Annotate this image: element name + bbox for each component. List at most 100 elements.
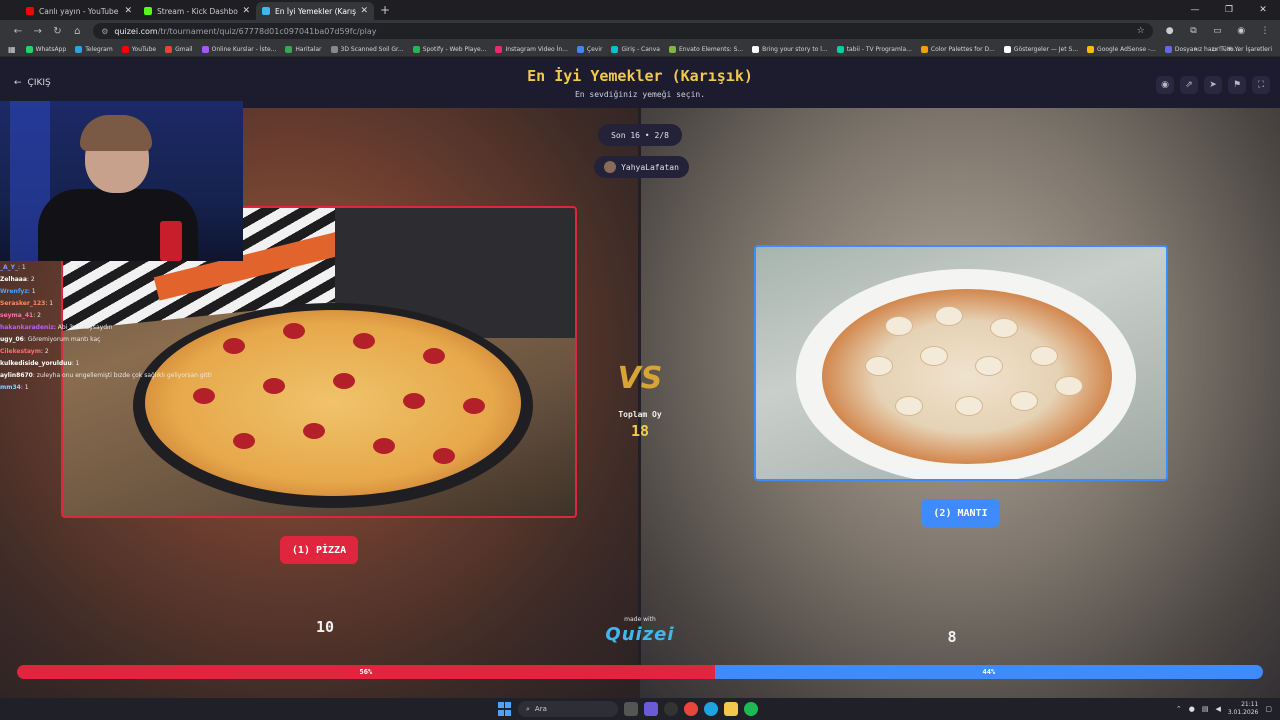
edge-icon[interactable] [704, 702, 718, 716]
profile-icon[interactable]: ◉ [1234, 26, 1248, 36]
forward-icon[interactable]: → [28, 26, 48, 37]
back-icon[interactable]: ← [8, 26, 28, 37]
folder-icon: ▭ [1211, 46, 1218, 53]
task-view-icon[interactable] [624, 702, 638, 716]
spotify-icon[interactable] [744, 702, 758, 716]
microphone-icon[interactable]: ● [1189, 705, 1195, 713]
avatar [604, 161, 617, 173]
chat-message: Cilekestaym: 2 [0, 348, 49, 355]
manti-image-card[interactable] [754, 245, 1168, 481]
apps-grid-icon[interactable]: ▦ [8, 45, 16, 54]
reload-icon[interactable]: ↻ [48, 26, 68, 37]
bookmark-item[interactable]: Bring your story to l... [752, 45, 828, 53]
window-controls: — ❐ ✕ [1178, 0, 1280, 20]
taskbar-search[interactable]: ⌕ Ara [518, 701, 618, 717]
pepperoni [283, 323, 305, 339]
chat-message: kulkediside_yorulduu: 1 [0, 360, 80, 367]
bookmark-item[interactable]: Spotify - Web Playe... [412, 45, 486, 53]
tabii-icon [836, 45, 844, 53]
quizei-logo[interactable]: Quizei [600, 624, 680, 645]
bookmark-item[interactable]: Google AdSense -... [1087, 45, 1156, 53]
vs-badge: VS [617, 361, 663, 396]
send-icon[interactable]: ➤ [1204, 76, 1222, 94]
all-bookmarks-button[interactable]: Tüm Yer İşaretleri [1220, 46, 1272, 53]
pepperoni [433, 448, 455, 464]
close-icon[interactable]: ✕ [242, 6, 250, 16]
bookmark-item[interactable]: Instagram Video İn... [495, 45, 568, 53]
chat-message: ugy_06: Göremiyorum mantı kaç [0, 336, 101, 343]
choose-pizza-button[interactable]: (1) PİZZA [280, 536, 358, 564]
round-indicator: Son 16 • 2/8 [598, 124, 682, 146]
page-subtitle: En sevdiğiniz yemeği seçin. [574, 90, 706, 99]
dumpling [1031, 347, 1057, 365]
volume-icon[interactable]: ◀ [1215, 705, 1220, 713]
bookmark-item[interactable]: WhatsApp [25, 45, 66, 53]
bookmark-item[interactable]: Gmail [165, 45, 193, 53]
menu-dots-icon[interactable]: ⋮ [1258, 26, 1272, 36]
gmail-icon [165, 45, 173, 53]
bookmark-star-icon[interactable]: ☆ [1137, 26, 1145, 36]
page-icon [330, 45, 338, 53]
manti-vote-share: 44% [714, 665, 1263, 679]
chat-overlay: _A_Y_: 1 Zelhaaa: 2 Wrenfyz: 1 Serasker_… [0, 262, 230, 394]
file-explorer-icon[interactable] [724, 702, 738, 716]
maximize-icon[interactable]: ❐ [1212, 0, 1246, 20]
tab-title: Canlı yayın - YouTube Studio [39, 6, 120, 16]
close-window-icon[interactable]: ✕ [1246, 0, 1280, 20]
url-bar[interactable]: ⚙ quizei.com /tr/tournament/quiz/67778d0… [93, 23, 1153, 39]
flag-icon[interactable]: ⚑ [1228, 76, 1246, 94]
bookmark-item[interactable]: YouTube [121, 45, 156, 53]
bookmark-item[interactable]: Envato Elements: S... [668, 45, 743, 53]
maps-icon [285, 45, 293, 53]
clock[interactable]: 21:11 3.01.2026 [1228, 701, 1259, 717]
url-path: /tr/tournament/quiz/67778d01c097041ba07d… [157, 26, 377, 36]
tab-quizei[interactable]: En İyi Yemekler (Karışık) - Tier L ✕ [256, 2, 374, 20]
close-icon[interactable]: ✕ [124, 6, 132, 16]
pepperoni [463, 398, 485, 414]
bookmark-item[interactable]: tabii - TV Programla... [836, 45, 912, 53]
tab-title: En İyi Yemekler (Karışık) - Tier L [275, 6, 357, 16]
bookmark-item[interactable]: Giriş - Canva [611, 45, 660, 53]
extension-icon[interactable]: ● [1163, 26, 1177, 36]
obs-icon[interactable] [664, 702, 678, 716]
network-icon[interactable]: ▤ [1202, 705, 1209, 713]
search-placeholder: Ara [534, 705, 547, 713]
tab-kick-dashboard[interactable]: Stream - Kick Dashboard ✕ [138, 2, 256, 20]
bookmark-item[interactable]: Telegram [75, 45, 113, 53]
copilot-icon[interactable] [644, 702, 658, 716]
fullscreen-icon[interactable]: ⛶ [1252, 76, 1270, 94]
notification-icon[interactable]: ▢ [1265, 705, 1272, 713]
bookmark-item[interactable]: Color Palettes for D... [920, 45, 995, 53]
chat-message: seyma_41: 2 [0, 312, 41, 319]
clock-time: 21:11 [1241, 701, 1259, 708]
made-with-label: made with [624, 616, 656, 623]
taskbar-center: ⌕ Ara [498, 700, 758, 718]
chevron-up-icon[interactable]: ⌃ [1176, 705, 1182, 713]
bookmark-item[interactable]: Haritalar [285, 45, 322, 53]
choose-manti-button[interactable]: (2) MANTI [921, 499, 1000, 527]
extensions-puzzle-icon[interactable]: ⧉ [1187, 26, 1201, 36]
bookmarks-more-button[interactable]: » [1194, 46, 1198, 53]
dumpling [976, 357, 1002, 375]
kick-icon [144, 7, 152, 15]
page-title: En İyi Yemekler (Karışık) [527, 67, 753, 85]
cast-icon[interactable]: ▭ [1210, 26, 1224, 36]
bookmark-item[interactable]: Göstergeler — Jet S... [1003, 45, 1078, 53]
share-icon[interactable]: ⇗ [1180, 76, 1198, 94]
new-tab-button[interactable]: + [380, 3, 390, 17]
home-icon[interactable]: ⌂ [67, 26, 87, 37]
google-icon [1087, 45, 1095, 53]
bookmark-item[interactable]: 3D Scanned Soil Gr... [330, 45, 404, 53]
site-info-icon[interactable]: ⚙ [101, 27, 108, 36]
pepperoni [353, 333, 375, 349]
bookmark-item[interactable]: Çevir [576, 45, 602, 53]
chrome-icon[interactable] [684, 702, 698, 716]
username: YahyaLafatan [621, 162, 679, 172]
close-icon[interactable]: ✕ [360, 6, 368, 16]
windows-start-icon[interactable] [498, 702, 512, 716]
tab-youtube-studio[interactable]: Canlı yayın - YouTube Studio ✕ [20, 2, 138, 20]
vote-split-bar: 56% 44% [17, 665, 1263, 679]
minimize-icon[interactable]: — [1178, 0, 1212, 20]
eye-icon[interactable]: ◉ [1156, 76, 1174, 94]
bookmark-item[interactable]: Online Kurslar - İste... [201, 45, 276, 53]
